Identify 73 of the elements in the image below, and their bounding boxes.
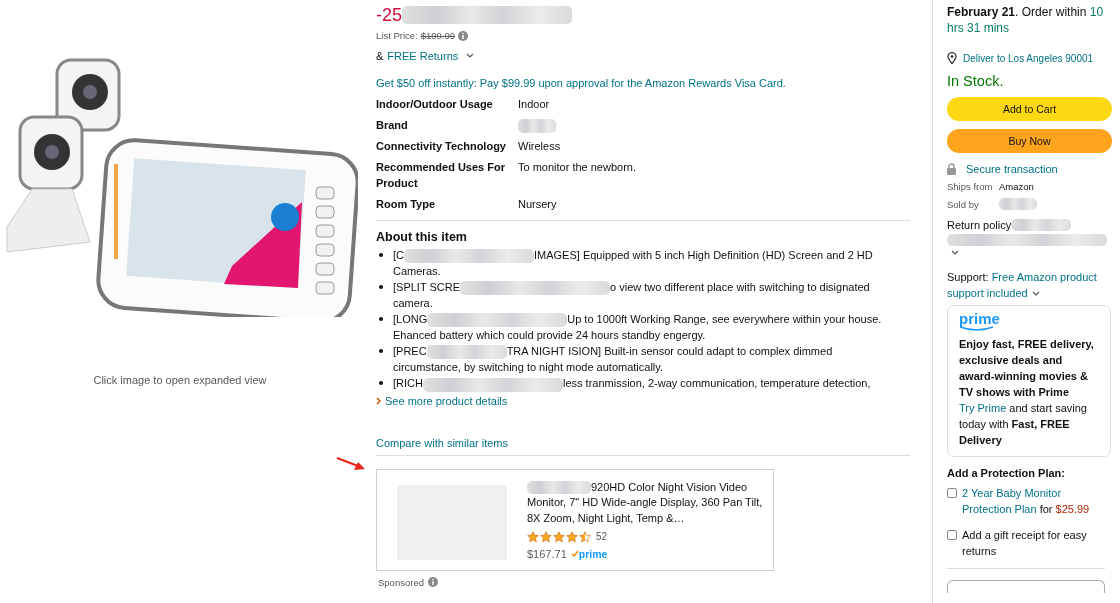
chevron-down-icon[interactable]: [1031, 291, 1040, 298]
info-icon[interactable]: [458, 30, 469, 41]
list-price: $199.99: [420, 30, 456, 41]
star-icon: [579, 530, 591, 543]
spec-value: Wireless: [518, 140, 561, 153]
chevron-down-icon[interactable]: [951, 250, 959, 257]
checkbox[interactable]: [947, 530, 957, 541]
stock-status: In Stock.: [947, 73, 1005, 89]
detail-label: Ships from: [947, 181, 993, 192]
spec-value: To monitor the newborn.: [518, 161, 636, 174]
bullet-text: [RICH less tranmission, 2-way communication, temperature detection,: [393, 376, 872, 392]
secure-transaction-link[interactable]: Secure transaction: [966, 163, 1058, 175]
discount-percentage: -25: [376, 4, 402, 26]
location-pin-icon[interactable]: [947, 52, 957, 64]
free-returns-link[interactable]: FREE Returns: [387, 50, 459, 62]
try-prime-link[interactable]: Try Prime: [959, 402, 1007, 415]
arrow-annotation: [336, 456, 366, 472]
section-heading: About this item: [376, 230, 468, 245]
star-icon: [553, 530, 565, 543]
bullet-text: [PREC TRA NIGHT ISION] Built-in sensor could adapt to complex dimmed circumstance, by switching to night mode automatically.: [393, 344, 834, 376]
spec-value: Indoor: [518, 98, 550, 110]
spec-label: Connectivity Technology: [376, 138, 518, 160]
deliver-to-link[interactable]: Deliver to Los Angeles 90001: [963, 52, 1094, 64]
add-to-cart-button[interactable]: Add to Cart: [947, 97, 1112, 121]
bullet-icon: [379, 285, 383, 290]
spec-label: Room Type: [376, 196, 518, 218]
return-policy-label: Return policy: [947, 219, 1012, 231]
prime-logo: prime: [959, 312, 1000, 333]
star-icon: [540, 530, 552, 543]
spec-label: Recommended Uses For Product: [376, 159, 518, 197]
gift-receipt-option[interactable]: Add a gift receipt for easy returns: [962, 527, 1105, 560]
chevron-right-icon[interactable]: [376, 396, 381, 405]
star-icon: [566, 530, 578, 543]
spec-value: Nursery: [518, 198, 557, 211]
see-more-link[interactable]: See more product details: [385, 394, 508, 407]
sponsored-label: Sponsored: [378, 576, 424, 588]
chevron-down-icon[interactable]: [466, 53, 475, 59]
prime-offer-text: Try Prime and start saving today with Fast, FREE Delivery: [959, 401, 1088, 449]
detail-label: Sold by: [947, 198, 980, 210]
returns-prefix: &: [376, 50, 384, 62]
blurred-text: [1011, 219, 1072, 231]
bullet-text: [SPLIT SCRE o view two different place with switching to disignated camera.: [393, 280, 871, 312]
protection-plan-heading: Add a Protection Plan:: [947, 467, 1066, 480]
image-caption: Click image to open expanded view: [92, 374, 268, 386]
bullet-icon: [379, 317, 383, 322]
blurred-text: [999, 198, 1037, 210]
sponsored-product-card[interactable]: 920HD Color Night Vision Video Monitor, 7" HD Wide-angle Display, 360 Pan Tilt, 8X Zoom, Night Light, Temp &… 52 $167.71 prime: [376, 468, 774, 571]
product-title[interactable]: 920HD Color Night Vision Video Monitor, 7" HD Wide-angle Display, 360 Pan Tilt, 8X Zoom, Night Light, Temp &…: [527, 479, 767, 527]
star-rating[interactable]: 52: [527, 529, 767, 545]
review-count[interactable]: 52: [596, 529, 608, 545]
spec-label: Indoor/Outdoor Usage: [376, 97, 494, 112]
delivery-text: February 21. Order within 10 hrs 31 mins: [947, 4, 1105, 36]
blurred-text: [527, 481, 591, 495]
buy-now-button[interactable]: Buy Now: [947, 129, 1112, 153]
compare-link[interactable]: Compare with similar items: [376, 436, 509, 449]
blurred-text: [518, 119, 556, 134]
promo-link[interactable]: Get $50 off instantly: Pay $99.99 upon approval for the Amazon Rewards Visa Card.: [376, 77, 910, 89]
spec-label: Brand: [376, 117, 518, 139]
bullet-icon: [379, 349, 383, 354]
bullet-text: [C IMAGES] Equipped with 5 inch High Definition (HD) Screen and 2 HD Cameras.: [393, 248, 874, 280]
prime-badge: prime: [570, 546, 608, 563]
protection-plan-option[interactable]: 2 Year Baby Monitor Protection Plan for $25.99: [962, 485, 1105, 518]
checkbox[interactable]: [947, 488, 957, 499]
info-icon[interactable]: [427, 577, 438, 588]
bullet-text: [LONG Up to 1000ft Working Range, see everywhere within your house. Ehanced battery which could provide 24 hours standby engergy.: [393, 312, 883, 344]
star-icon: [527, 530, 539, 543]
bullet-icon: [379, 253, 383, 258]
detail-value: Amazon: [999, 181, 1034, 192]
support-text: Support: Free Amazon product support included: [947, 270, 1098, 302]
lock-icon: [947, 163, 956, 175]
product-price: $167.71: [527, 546, 567, 562]
list-price-label: List Price:: [376, 30, 418, 41]
bullet-icon: [379, 381, 383, 386]
